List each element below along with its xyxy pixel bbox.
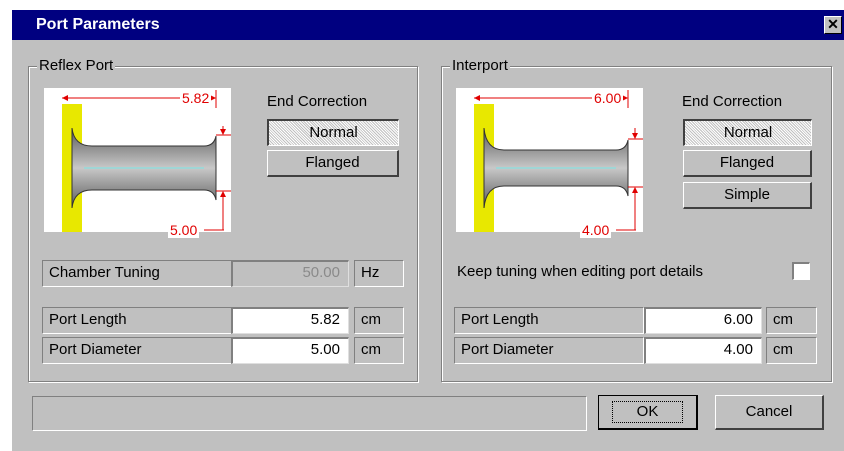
reflex-port-diameter-field[interactable]: 5.00 xyxy=(231,337,349,364)
chamber-tuning-unit: Hz xyxy=(354,260,404,287)
interport-normal-button[interactable]: Normal xyxy=(683,119,812,146)
reflex-port-diameter-label: Port Diameter xyxy=(42,337,232,364)
length-arrow-left-icon xyxy=(474,95,480,101)
chamber-tuning-field[interactable]: 50.00 xyxy=(231,260,349,287)
reflex-end-correction-heading: End Correction xyxy=(267,93,368,110)
interport-length-label: 6.00 xyxy=(592,90,624,106)
cancel-button[interactable]: Cancel xyxy=(715,395,824,430)
port-parameters-dialog: Port Parameters ✕ Reflex Port 5.82 5.00 … xyxy=(12,10,844,451)
reflex-port-diagram: 5.82 5.00 xyxy=(44,88,231,238)
chamber-tuning-label: Chamber Tuning xyxy=(42,260,232,287)
reflex-diameter-label: 5.00 xyxy=(168,222,200,238)
interport-port-diameter-field[interactable]: 4.00 xyxy=(644,337,762,364)
reflex-length-label: 5.82 xyxy=(180,90,212,106)
interport-port-length-unit: cm xyxy=(766,307,817,334)
ok-button[interactable]: OK xyxy=(598,395,698,430)
length-arrow-left-icon xyxy=(62,95,68,101)
reflex-port-length-field[interactable]: 5.82 xyxy=(231,307,349,334)
reflex-flanged-button[interactable]: Flanged xyxy=(267,150,399,177)
interport-port-length-field[interactable]: 6.00 xyxy=(644,307,762,334)
interport-port-diameter-label: Port Diameter xyxy=(454,337,644,364)
close-button[interactable]: ✕ xyxy=(824,16,842,34)
reflex-port-length-unit: cm xyxy=(354,307,404,334)
interport-port-length-label: Port Length xyxy=(454,307,644,334)
interport-group-label: Interport xyxy=(450,57,510,74)
title-bar: Port Parameters ✕ xyxy=(12,10,844,40)
reflex-port-diameter-unit: cm xyxy=(354,337,404,364)
interport-simple-button[interactable]: Simple xyxy=(683,182,812,209)
dialog-title: Port Parameters xyxy=(36,16,160,33)
keep-tuning-checkbox[interactable] xyxy=(792,262,810,280)
diameter-arrow-down-icon xyxy=(632,133,638,139)
reflex-normal-button[interactable]: Normal xyxy=(267,119,399,146)
reflex-port-diagram-svg xyxy=(62,90,231,232)
interport-diagram: 6.00 4.00 xyxy=(456,88,643,238)
interport-port-diameter-unit: cm xyxy=(766,337,817,364)
interport-end-correction-heading: End Correction xyxy=(682,93,783,110)
diameter-arrow-up-icon xyxy=(220,191,226,197)
status-bar xyxy=(32,396,587,431)
reflex-port-length-label: Port Length xyxy=(42,307,232,334)
diameter-arrow-up-icon xyxy=(632,187,638,193)
interport-diagram-svg xyxy=(474,90,643,232)
reflex-port-group-label: Reflex Port xyxy=(37,57,116,74)
diameter-arrow-down-icon xyxy=(220,129,226,135)
interport-diameter-label: 4.00 xyxy=(580,222,612,238)
ok-button-label: OK xyxy=(611,401,684,423)
keep-tuning-label: Keep tuning when editing port details xyxy=(457,263,704,280)
interport-flanged-button[interactable]: Flanged xyxy=(683,150,812,177)
